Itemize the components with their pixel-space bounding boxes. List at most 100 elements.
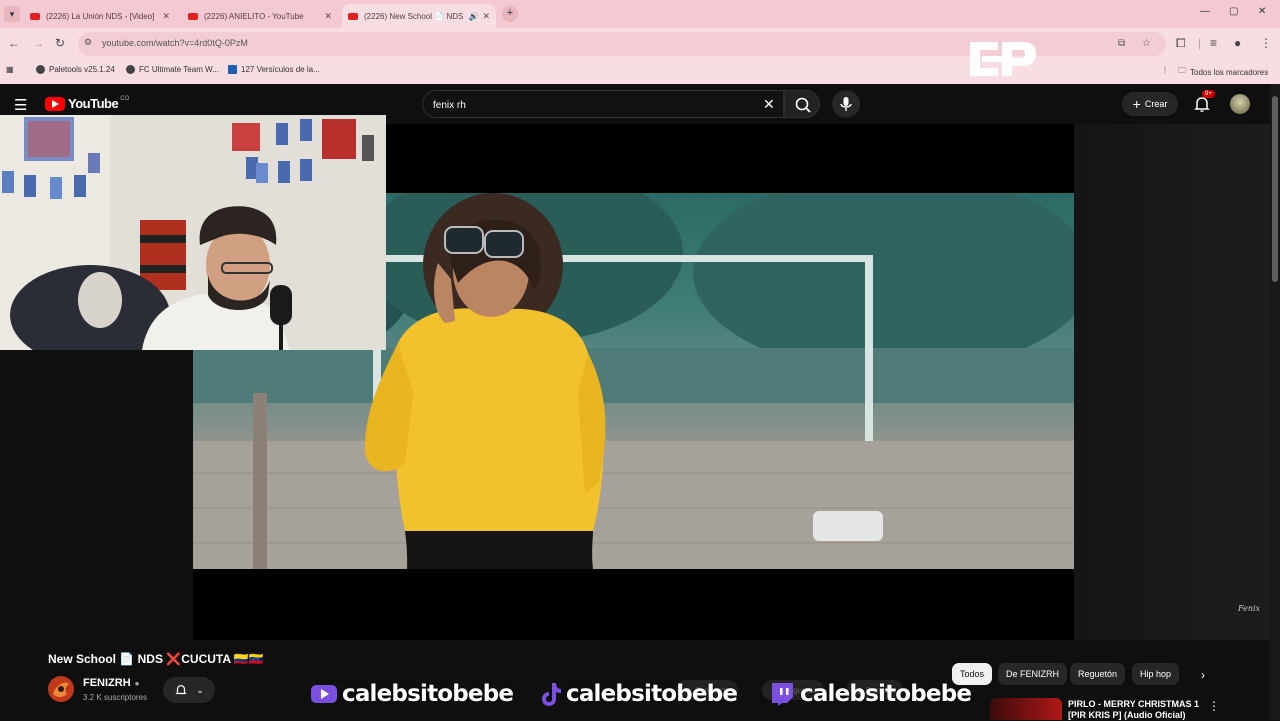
- twitch-handle-text: calebsitobebe: [800, 681, 972, 707]
- more-options-icon[interactable]: ⋮: [1208, 699, 1220, 713]
- browser-tab-strip: ▾ (2226) La Unión NDS - [Video] ✕ (2226)…: [0, 0, 1280, 28]
- notification-count-badge: 9+: [1202, 90, 1215, 98]
- chevron-right-icon[interactable]: ›: [1192, 664, 1214, 686]
- youtube-handle-overlay: calebsitobebe: [310, 676, 514, 712]
- tab-label: (2226) La Unión NDS - [Video]: [46, 11, 155, 21]
- chip-hiphop[interactable]: Hip hop: [1132, 663, 1180, 685]
- address-url[interactable]: youtube.com/watch?v=4rd0tQ-0PzM: [102, 38, 248, 48]
- profile-icon[interactable]: ●: [1234, 36, 1241, 50]
- bookmark-favicon-icon: [126, 65, 135, 74]
- maximize-icon[interactable]: ▢: [1229, 6, 1238, 17]
- hamburger-menu-icon[interactable]: ☰: [14, 96, 27, 114]
- search-input[interactable]: [433, 97, 753, 113]
- channel-name-text: FENIZRH: [83, 677, 131, 689]
- bookmark-item[interactable]: 127 Versículos de la...: [228, 65, 320, 74]
- video-watermark: Fenix: [1238, 604, 1261, 613]
- clear-search-icon[interactable]: ✕: [763, 96, 775, 113]
- chip-label: De FENIZRH: [1006, 669, 1060, 679]
- browser-tab[interactable]: (2226) La Unión NDS - [Video] ✕: [24, 4, 176, 28]
- logo-text: YouTube: [68, 96, 119, 111]
- site-info-icon[interactable]: ⚙: [84, 37, 96, 49]
- apps-grid-icon[interactable]: ▦: [6, 65, 14, 74]
- video-title: New School 📄 NDS ❌CUCUTA 🇨🇴🇻🇪: [48, 652, 264, 666]
- tab-label: (2226) New School 📄 NDS: [364, 11, 464, 21]
- bookmark-favicon-icon: [228, 65, 237, 74]
- scrollbar-thumb[interactable]: [1272, 96, 1278, 282]
- create-label: Crear: [1144, 99, 1168, 109]
- youtube-play-icon: [45, 96, 65, 111]
- youtube-favicon-icon: [188, 12, 198, 20]
- bookmark-item[interactable]: FC Ultimate Team W...: [126, 65, 219, 74]
- chip-label: Hip hop: [1140, 669, 1172, 679]
- folder-icon: 🗀: [1178, 66, 1186, 75]
- forward-icon[interactable]: →: [32, 36, 44, 50]
- streamer-webcam: [0, 115, 386, 350]
- channel-avatar[interactable]: [48, 676, 74, 702]
- tiktok-handle-overlay: calebsitobebe: [540, 676, 738, 712]
- all-bookmarks[interactable]: 🗀 Todos los marcadores: [1178, 65, 1268, 79]
- bookmark-item[interactable]: Paletools v25.1.24: [36, 65, 115, 74]
- webcam-scene-image: [0, 115, 386, 350]
- install-app-icon[interactable]: ⧉: [1118, 38, 1125, 49]
- subscriber-count: 3.2 K suscriptores: [83, 693, 148, 702]
- bookmarks-bar: ▦ Paletools v25.1.24 FC Ultimate Team W.…: [0, 60, 1280, 84]
- new-tab-button[interactable]: +: [502, 6, 518, 22]
- video-title-text: New School 📄 NDS ❌CUCUTA 🇨🇴🇻🇪: [48, 652, 264, 666]
- user-avatar[interactable]: [1230, 94, 1250, 114]
- channel-name[interactable]: FENIZRH ●: [83, 677, 140, 689]
- voice-search-button[interactable]: [832, 90, 860, 118]
- chip-regueton[interactable]: Reguetón: [1070, 663, 1126, 685]
- search-button[interactable]: [784, 90, 820, 118]
- tiktok-icon: [542, 683, 561, 706]
- streamer-logo: [970, 42, 1036, 76]
- recommendation-title[interactable]: PIRLO - MERRY CHRISTMAS 1 [PIR KRIS P] (…: [1068, 699, 1204, 721]
- chip-label: Reguetón: [1078, 669, 1118, 679]
- bookmark-label: Paletools v25.1.24: [49, 65, 115, 74]
- subscription-bell-button[interactable]: ⌄: [163, 677, 215, 703]
- country-code: CO: [120, 95, 130, 102]
- divider: |: [1198, 36, 1202, 50]
- youtube-logo[interactable]: YouTube CO: [45, 96, 129, 111]
- close-tab-icon[interactable]: ✕: [324, 11, 332, 22]
- youtube-handle-text: calebsitobebe: [342, 681, 514, 707]
- twitch-icon: [772, 683, 793, 706]
- speaker-icon[interactable]: 🔊: [468, 12, 478, 21]
- search-icon: [795, 97, 811, 113]
- tab-label: (2226) ANIELITO - YouTube: [204, 11, 304, 21]
- reload-icon[interactable]: ↻: [55, 36, 65, 50]
- plus-icon: +: [1132, 96, 1141, 112]
- recommendation-thumbnail[interactable]: [990, 698, 1062, 720]
- bookmark-label: 127 Versículos de la...: [241, 65, 320, 74]
- browser-tab-active[interactable]: (2226) New School 📄 NDS 🔊 ✕: [342, 4, 496, 28]
- chevron-down-icon: ⌄: [196, 684, 204, 695]
- chip-todos[interactable]: Todos: [952, 663, 993, 685]
- bookmark-label: FC Ultimate Team W...: [139, 65, 219, 74]
- close-tab-icon[interactable]: ✕: [162, 11, 170, 22]
- fenix-logo-icon: [53, 682, 69, 697]
- all-bookmarks-label: Todos los marcadores: [1190, 67, 1269, 77]
- browser-menu-icon[interactable]: ⋮: [1260, 36, 1272, 50]
- browser-tab[interactable]: (2226) ANIELITO - YouTube ✕: [182, 4, 338, 28]
- back-icon[interactable]: ←: [8, 36, 20, 50]
- youtube-favicon-icon: [30, 12, 40, 20]
- tiktok-handle-text: calebsitobebe: [566, 681, 738, 707]
- tab-search-button[interactable]: ▾: [4, 6, 20, 22]
- youtube-icon: [311, 685, 337, 703]
- minimize-icon[interactable]: —: [1200, 6, 1210, 17]
- player-right-area: [1074, 124, 1270, 640]
- bookmark-star-icon[interactable]: ☆: [1142, 38, 1151, 49]
- divider: |: [1164, 65, 1167, 74]
- close-tab-icon[interactable]: ✕: [482, 11, 490, 22]
- chip-label: Todos: [960, 669, 985, 679]
- chip-channel[interactable]: De FENIZRH: [998, 663, 1068, 685]
- browser-toolbar: ← → ↻ ⚙ youtube.com/watch?v=4rd0tQ-0PzM …: [0, 28, 1280, 60]
- bell-icon: [175, 685, 187, 695]
- youtube-favicon-icon: [348, 12, 358, 20]
- close-window-icon[interactable]: ✕: [1258, 6, 1266, 17]
- extensions-icon[interactable]: ⧠: [1176, 36, 1186, 51]
- create-button[interactable]: + Crear: [1122, 92, 1178, 116]
- search-box: ✕: [422, 90, 784, 118]
- twitch-handle-overlay: calebsitobebe: [768, 676, 972, 712]
- reading-list-icon[interactable]: ≡: [1210, 36, 1217, 50]
- microphone-icon: [840, 97, 852, 111]
